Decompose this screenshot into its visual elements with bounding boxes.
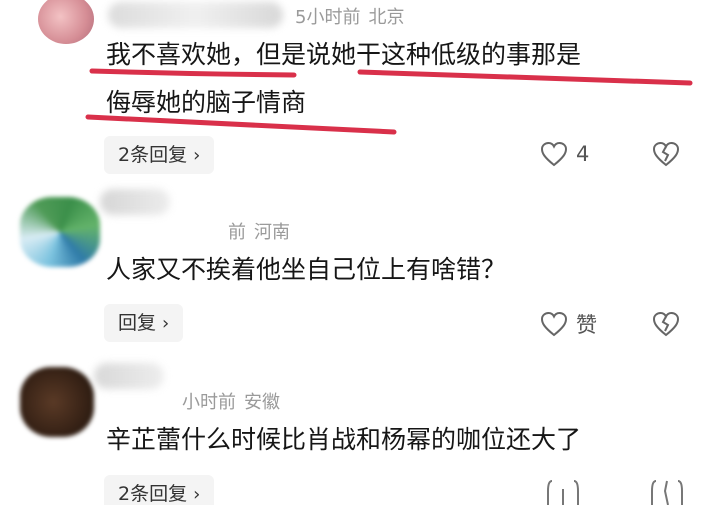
heart-outline-icon: [540, 141, 568, 167]
broken-heart-icon[interactable]: [652, 310, 680, 338]
username-blurred[interactable]: [100, 189, 170, 215]
broken-heart-icon[interactable]: [650, 479, 684, 505]
chevron-right-icon: ›: [193, 145, 201, 166]
chevron-right-icon: ›: [162, 313, 170, 334]
comment-text-line: 人家又不挨着他坐自己位上有啥错？: [106, 255, 507, 284]
broken-heart-icon[interactable]: [652, 140, 680, 168]
heart-outline-icon[interactable]: [546, 479, 580, 505]
username-blurred[interactable]: [94, 363, 164, 389]
avatar[interactable]: [20, 197, 100, 267]
comment-text-line: 辛芷蕾什么时候比肖战和杨幂的咖位还大了: [106, 425, 582, 454]
comment-location: 河南: [254, 222, 290, 243]
like-button[interactable]: 4: [540, 139, 589, 169]
like-label: 赞: [576, 313, 597, 337]
view-replies-button[interactable]: 2条回复 ›: [104, 475, 215, 505]
heart-outline-icon: [540, 311, 568, 337]
view-replies-label: 2条回复: [118, 483, 188, 505]
view-replies-button[interactable]: 2条回复 ›: [104, 136, 215, 174]
comment-meta: 前河南: [228, 218, 290, 244]
chevron-right-icon: ›: [193, 484, 201, 505]
view-replies-label: 2条回复: [118, 144, 188, 166]
reply-label: 回复: [118, 312, 157, 334]
comment-item: 5小时前 北京 我不喜欢她，但是说她干这种低级的事那是 侮辱她的脑子情商 2条回复…: [0, 0, 719, 185]
like-count: 4: [576, 142, 590, 166]
comment-text: 辛芷蕾什么时候比肖战和杨幂的咖位还大了: [106, 416, 581, 464]
comment-location: 安徽: [244, 392, 280, 413]
comment-meta: 小时前 安徽: [182, 388, 280, 414]
comment-time: 小时前: [182, 392, 236, 413]
like-button[interactable]: 赞: [540, 309, 597, 339]
comment-time: 前: [228, 222, 246, 243]
reply-button[interactable]: 回复 ›: [104, 304, 184, 342]
comment-item: 小时前 安徽 辛芷蕾什么时候比肖战和杨幂的咖位还大了 2条回复 ›: [0, 355, 719, 505]
red-underline-mark: [85, 68, 693, 135]
comment-text: 人家又不挨着他坐自己位上有啥错？: [106, 246, 506, 294]
avatar[interactable]: [20, 367, 94, 437]
comment-item: 前河南 人家又不挨着他坐自己位上有啥错？ 回复 › 赞: [0, 185, 719, 355]
